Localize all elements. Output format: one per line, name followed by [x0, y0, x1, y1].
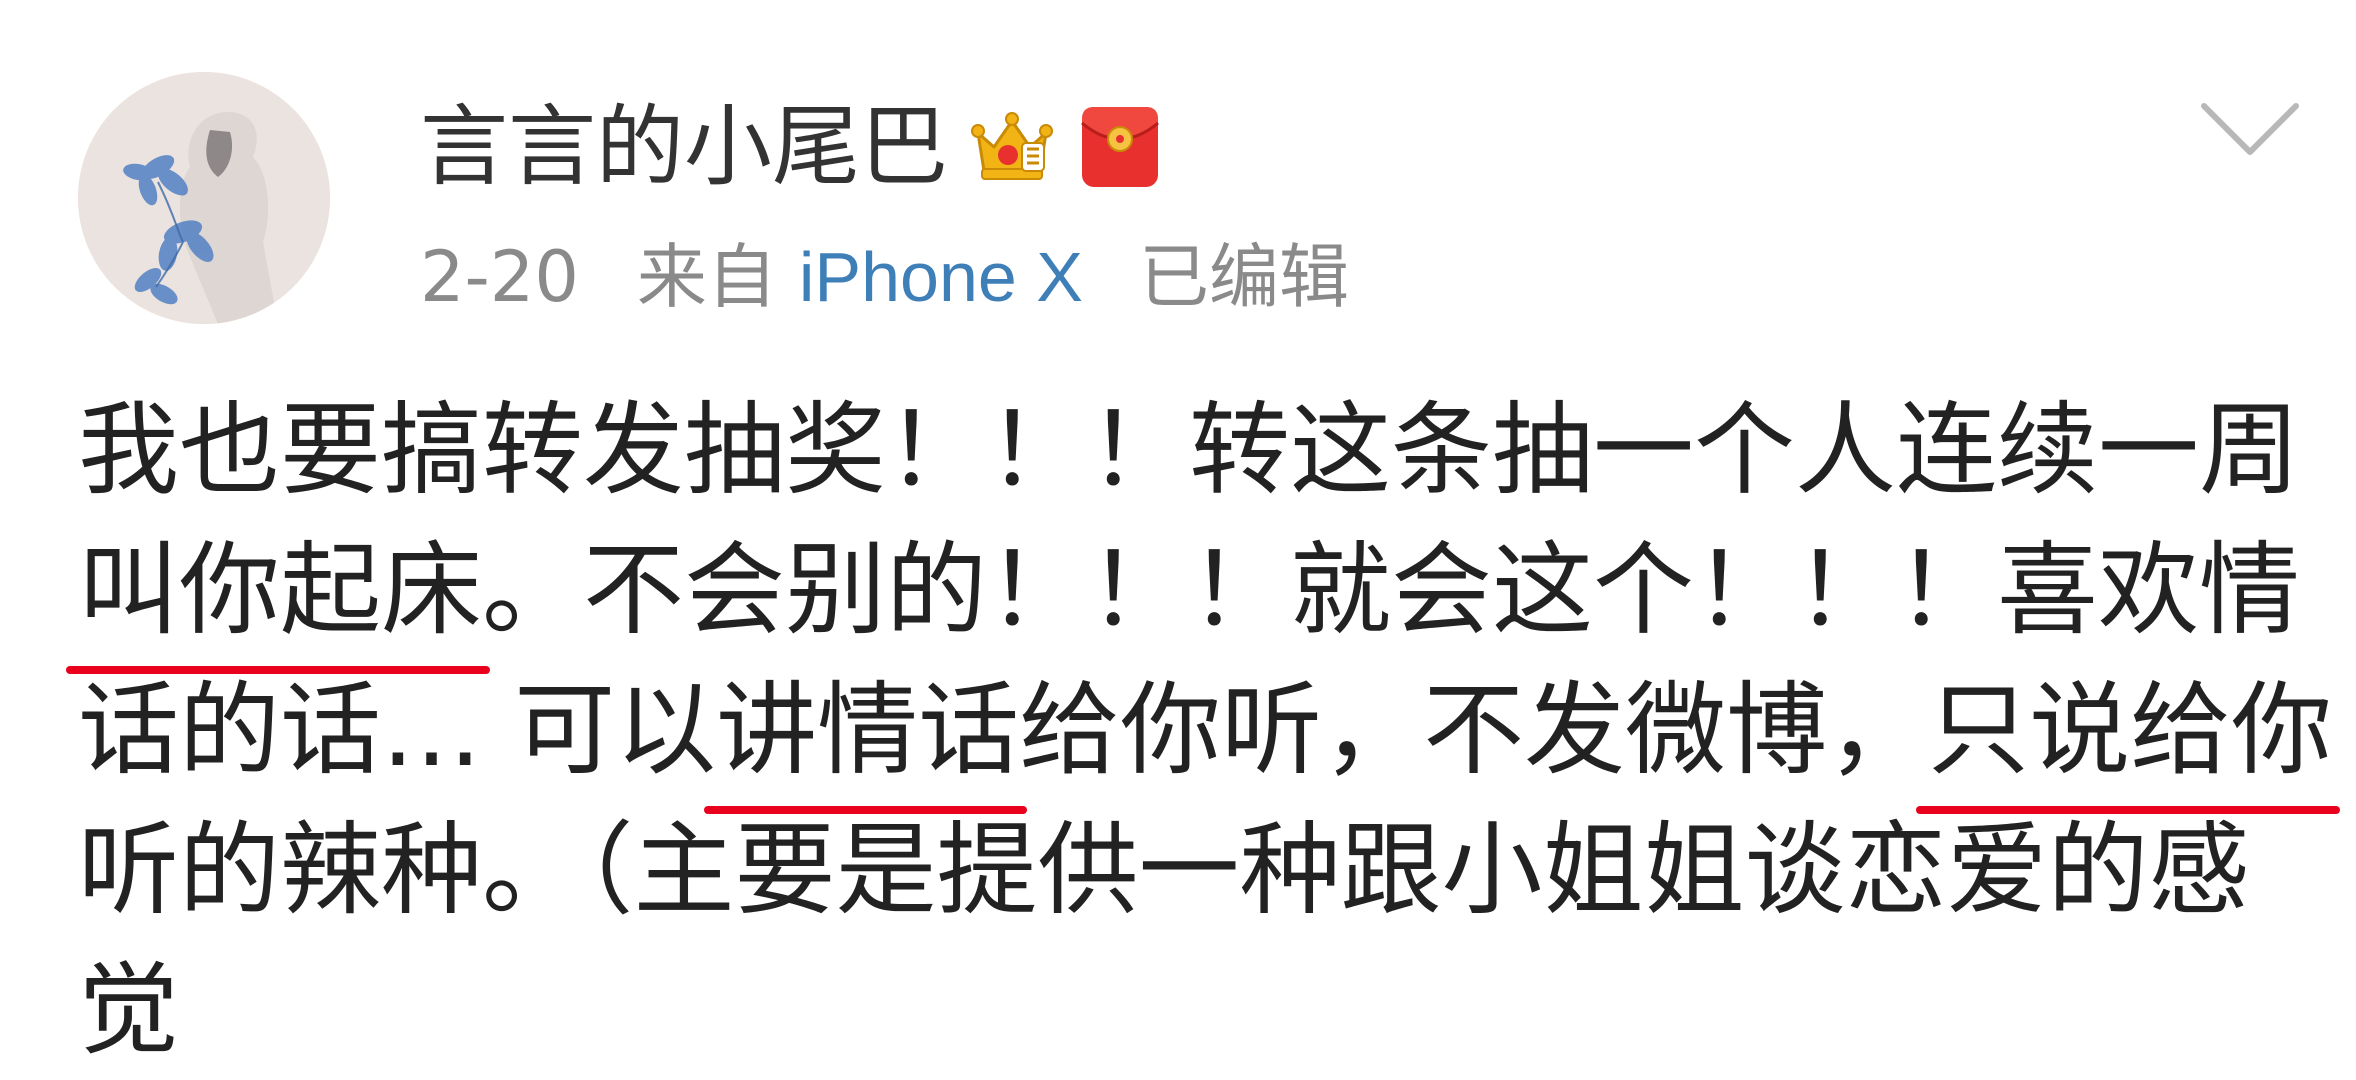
underlined-text-segment: 叫你起床	[65, 520, 491, 674]
post-text-segment: 。不会别的！！！就会这个！！！喜欢情	[482, 531, 2301, 649]
post-text-line: 我也要搞转发抽奖！！！转这条抽一个人连续一周	[78, 380, 2300, 520]
post-text-segment: 觉	[78, 951, 180, 1069]
post-text-line: 听的辣种。（主要是提供一种跟小姐姐谈恋爱的感	[78, 800, 2288, 940]
avatar[interactable]	[78, 72, 330, 324]
post-text-segment: 话的话… 可以	[78, 671, 717, 789]
post-text-line: 话的话… 可以讲情话给你听，不发微博，只说给你	[78, 660, 2341, 814]
post-text-line: 叫你起床。不会别的！！！就会这个！！！喜欢情	[65, 520, 2300, 674]
crown-badge-icon[interactable]	[968, 103, 1056, 191]
post-text-segment: 给你听，不发微博，	[1019, 671, 1929, 789]
edited-label[interactable]: 已编辑	[1139, 232, 1349, 322]
source-device-link[interactable]: iPhone X	[799, 232, 1083, 322]
post-text-line: 觉	[78, 940, 2288, 1080]
source-label: 来自	[636, 236, 777, 318]
author-row: 言言的小尾巴	[420, 92, 1164, 202]
username[interactable]: 言言的小尾巴	[420, 92, 948, 202]
post-text-segment: 我也要搞转发抽奖！！！转这条抽一个人连续一周	[78, 391, 2301, 509]
weibo-post-card: 言言的小尾巴 2-20 来自 iPhone X 已编辑 我也要搞转发抽奖！！！转…	[0, 0, 2356, 1080]
underlined-text-segment: 只说给你	[1916, 660, 2341, 814]
post-meta: 2-20 来自 iPhone X 已编辑	[420, 232, 1349, 322]
post-content: 我也要搞转发抽奖！！！转这条抽一个人连续一周 叫你起床。不会别的！！！就会这个！！…	[65, 380, 2341, 1080]
chevron-down-icon[interactable]	[2198, 98, 2302, 162]
post-date: 2-20	[420, 236, 579, 318]
post-text-segment: 听的辣种。（主要是提供一种跟小姐姐谈恋爱的感	[78, 811, 2250, 929]
underlined-text-segment: 讲情话	[704, 660, 1028, 814]
red-packet-icon[interactable]	[1076, 103, 1164, 191]
